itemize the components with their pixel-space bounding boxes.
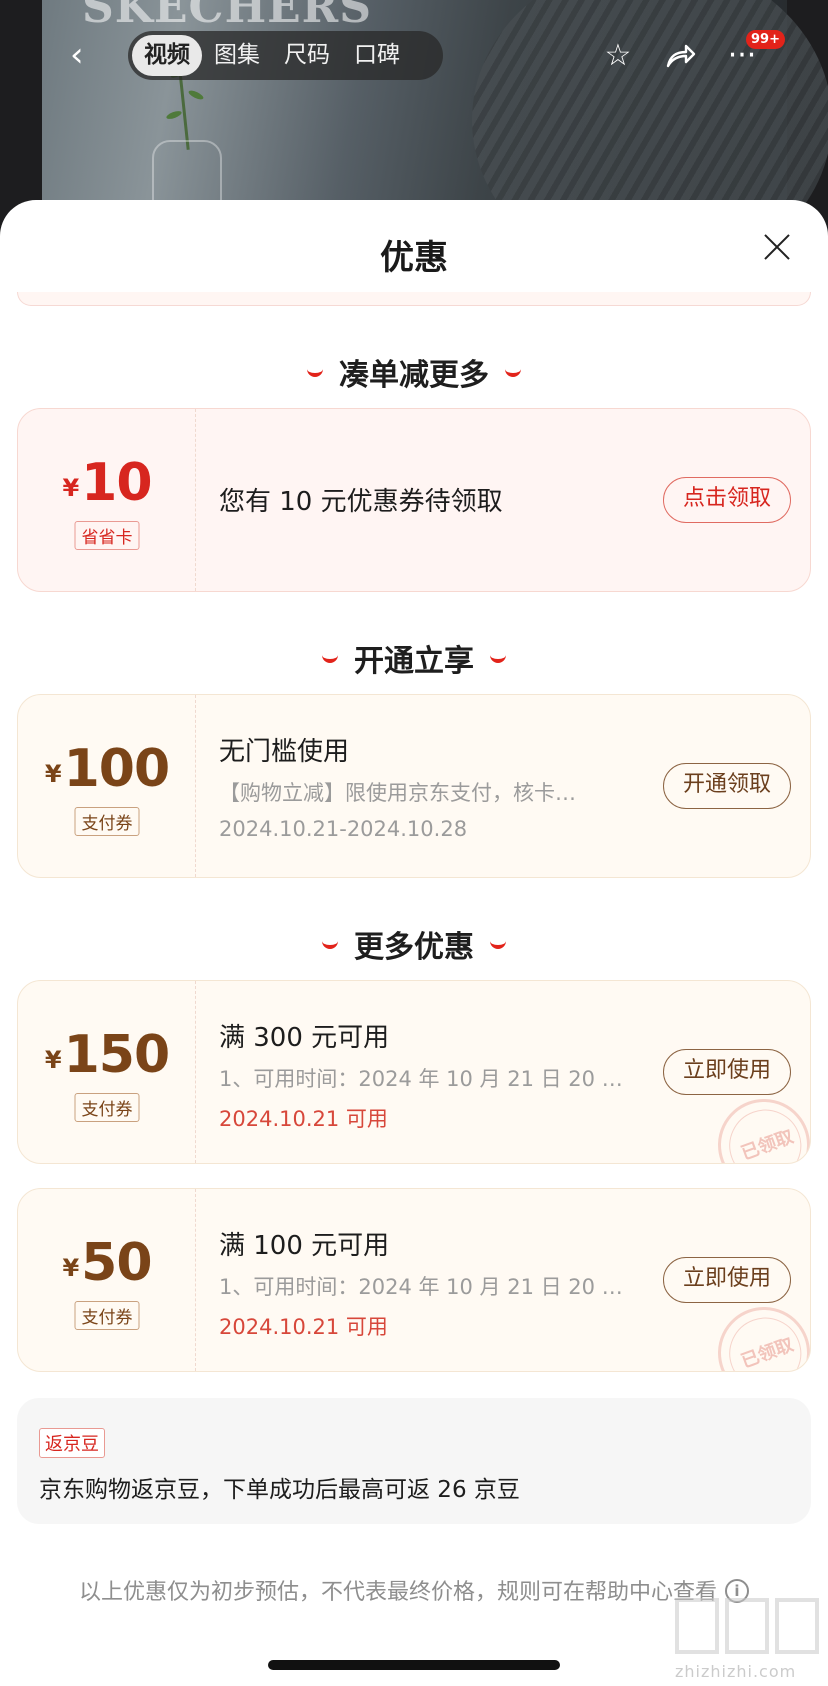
tab-gallery[interactable]: 图集	[202, 35, 272, 76]
smile-decoration-icon	[505, 369, 521, 377]
currency-symbol: ¥	[44, 760, 62, 788]
use-now-button[interactable]: 立即使用	[663, 1049, 791, 1095]
coupon-available-date: 2024.10.21 可用	[219, 1107, 388, 1131]
tab-size[interactable]: 尺码	[272, 35, 342, 76]
claimed-stamp: 已领取	[705, 1086, 810, 1164]
watermark-text: zhizhizhi.com	[675, 1662, 797, 1681]
back-icon[interactable]: ‹	[70, 38, 104, 72]
coupon-type-tag: 省省卡	[74, 521, 140, 550]
section-heading: 凑单减更多	[0, 350, 828, 394]
currency-symbol: ¥	[62, 474, 80, 502]
coupon-type-tag: 支付券	[74, 1093, 140, 1122]
coupon-rule: 【购物立减】限使用京东支付，核卡…	[219, 781, 576, 805]
sheet-title: 优惠	[380, 238, 448, 278]
brand-text: SKECHERS	[82, 0, 373, 33]
smile-decoration-icon	[490, 655, 506, 663]
coupon-type-tag: 支付券	[74, 807, 140, 836]
bean-rebate-text: 京东购物返京豆，下单成功后最高可返 26 京豆	[39, 1477, 520, 1503]
site-watermark: zhizhizhi.com	[675, 1598, 825, 1684]
bean-rebate-box: 返京豆 京东购物返京豆，下单成功后最高可返 26 京豆	[17, 1398, 811, 1524]
bean-rebate-tag: 返京豆	[39, 1428, 105, 1458]
activate-claim-button[interactable]: 开通领取	[663, 763, 791, 809]
smile-decoration-icon	[490, 941, 506, 949]
coupon-validity: 2024.10.21-2024.10.28	[219, 817, 468, 841]
coupon-condition: 满 100 元可用	[219, 1231, 390, 1261]
home-indicator[interactable]	[268, 1660, 560, 1670]
section-heading: 开通立享	[0, 636, 828, 680]
coupon-card: ¥100 支付券 无门槛使用 【购物立减】限使用京东支付，核卡… 2024.10…	[17, 694, 811, 878]
smile-decoration-icon	[322, 941, 338, 949]
amount-value: 50	[81, 1233, 152, 1293]
coupon-card: ¥50 支付券 满 100 元可用 1、可用时间：2024 年 10 月 21 …	[17, 1188, 811, 1372]
coupon-amount: ¥150	[18, 1025, 196, 1085]
watermark-glyph	[675, 1598, 719, 1654]
disclaimer-text: 以上优惠仅为初步预估，不代表最终价格，规则可在帮助中心查看	[78, 1580, 717, 1605]
media-tabs: 视频 图集 尺码 口碑	[128, 31, 443, 80]
section-heading-text: 更多优惠	[354, 930, 474, 965]
coupon-condition: 无门槛使用	[219, 737, 350, 767]
plant-leaf	[187, 88, 205, 102]
coupon-condition: 满 300 元可用	[219, 1023, 390, 1053]
close-icon[interactable]	[760, 230, 794, 264]
star-icon[interactable]: ☆	[598, 36, 638, 76]
claimed-stamp-text: 已领取	[738, 1334, 797, 1372]
discount-sheet: 优惠 凑单减更多 ¥10 省省卡 您有 10 元优惠券待领取 点击领取 开通立享…	[0, 200, 828, 1686]
smile-decoration-icon	[307, 369, 323, 377]
message-badge: 99+	[746, 30, 785, 49]
currency-symbol: ¥	[62, 1254, 80, 1282]
use-now-button[interactable]: 立即使用	[663, 1257, 791, 1303]
currency-symbol: ¥	[44, 1046, 62, 1074]
share-icon[interactable]	[660, 36, 700, 76]
plant-leaf	[165, 109, 183, 121]
previous-card-edge	[17, 292, 811, 306]
amount-value: 100	[63, 739, 171, 799]
amount-value: 150	[63, 1025, 171, 1085]
coupon-card: ¥10 省省卡 您有 10 元优惠券待领取 点击领取	[17, 408, 811, 592]
watermark-glyph	[775, 1598, 819, 1654]
claim-button[interactable]: 点击领取	[663, 477, 791, 523]
claimed-stamp-text: 已领取	[738, 1126, 797, 1164]
section-heading-text: 凑单减更多	[339, 358, 489, 393]
claimed-stamp: 已领取	[705, 1294, 810, 1372]
watermark-glyph	[725, 1598, 769, 1654]
coupon-amount: ¥50	[18, 1233, 196, 1293]
coupon-description: 您有 10 元优惠券待领取	[219, 487, 503, 517]
coupon-type-tag: 支付券	[74, 1301, 140, 1330]
coupon-rule: 1、可用时间：2024 年 10 月 21 日 20 点…	[219, 1275, 639, 1299]
coupon-card: ¥150 支付券 满 300 元可用 1、可用时间：2024 年 10 月 21…	[17, 980, 811, 1164]
tab-video[interactable]: 视频	[132, 35, 202, 76]
section-heading: 更多优惠	[0, 922, 828, 966]
coupon-rule: 1、可用时间：2024 年 10 月 21 日 20 点…	[219, 1067, 639, 1091]
coupon-amount: ¥100	[18, 739, 196, 799]
smile-decoration-icon	[322, 655, 338, 663]
coupon-available-date: 2024.10.21 可用	[219, 1315, 388, 1339]
amount-value: 10	[81, 453, 152, 513]
tab-reviews[interactable]: 口碑	[342, 35, 412, 76]
coupon-amount: ¥10	[18, 453, 196, 513]
section-heading-text: 开通立享	[354, 644, 474, 679]
